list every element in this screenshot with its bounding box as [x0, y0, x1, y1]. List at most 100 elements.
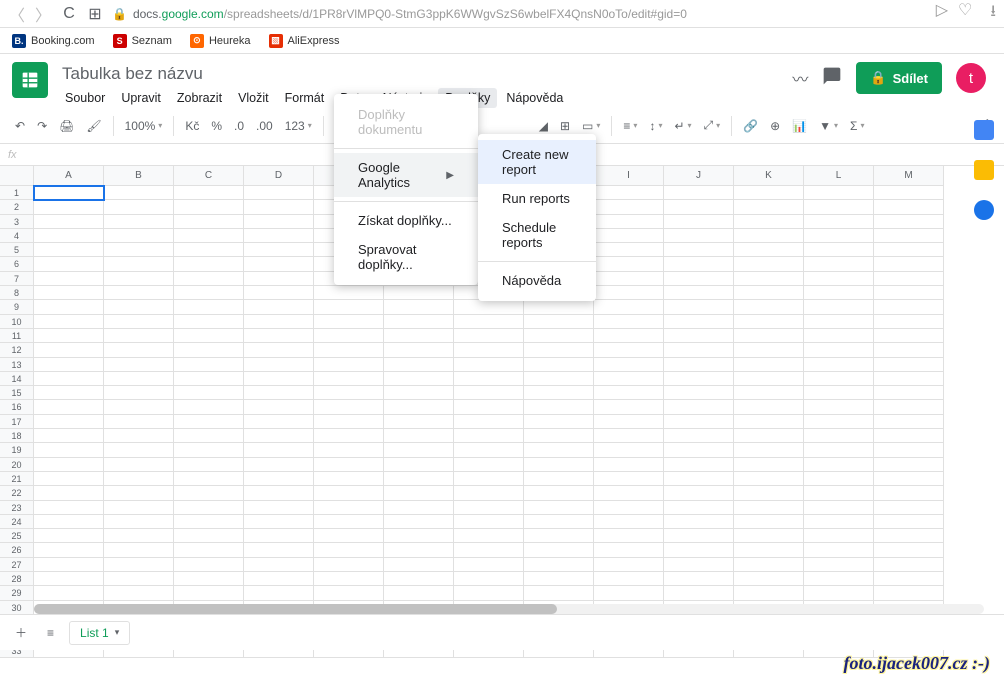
column-header[interactable]: B [104, 166, 174, 186]
cell[interactable] [734, 443, 804, 457]
cell[interactable] [244, 300, 314, 314]
cell[interactable] [734, 400, 804, 414]
currency-button[interactable]: Kč [180, 115, 204, 137]
cell[interactable] [454, 572, 524, 586]
cell[interactable] [524, 386, 594, 400]
cell[interactable] [664, 386, 734, 400]
row-header[interactable]: 13 [0, 358, 34, 372]
cell[interactable] [454, 415, 524, 429]
cell[interactable] [34, 586, 104, 600]
cell[interactable] [594, 429, 664, 443]
cell[interactable] [664, 429, 734, 443]
cell[interactable] [174, 386, 244, 400]
cell[interactable] [594, 358, 664, 372]
functions-button[interactable]: Σ [845, 115, 869, 137]
cell[interactable] [804, 558, 874, 572]
cell[interactable] [664, 272, 734, 286]
cell[interactable] [734, 372, 804, 386]
cell[interactable] [314, 486, 384, 500]
cell[interactable] [34, 400, 104, 414]
cell[interactable] [314, 501, 384, 515]
cell[interactable] [734, 315, 804, 329]
filter-button[interactable]: ▼ [814, 115, 843, 137]
cell[interactable] [384, 458, 454, 472]
cell[interactable] [664, 200, 734, 214]
keep-icon[interactable] [974, 160, 994, 180]
cell[interactable] [174, 558, 244, 572]
cell[interactable] [34, 501, 104, 515]
cell[interactable] [384, 315, 454, 329]
cell[interactable] [384, 358, 454, 372]
cell[interactable] [804, 272, 874, 286]
cell[interactable] [734, 286, 804, 300]
cell[interactable] [314, 372, 384, 386]
cell[interactable] [874, 372, 944, 386]
cell[interactable] [664, 215, 734, 229]
cell[interactable] [314, 300, 384, 314]
cell[interactable] [804, 215, 874, 229]
cell[interactable] [174, 286, 244, 300]
cell[interactable] [174, 415, 244, 429]
cell[interactable] [524, 458, 594, 472]
row-header[interactable]: 16 [0, 400, 34, 414]
cell[interactable] [174, 443, 244, 457]
column-header[interactable]: M [874, 166, 944, 186]
cell[interactable] [104, 229, 174, 243]
cell[interactable] [664, 315, 734, 329]
cell[interactable] [104, 215, 174, 229]
cell[interactable] [34, 543, 104, 557]
cell[interactable] [594, 415, 664, 429]
cell[interactable] [104, 586, 174, 600]
cell[interactable] [664, 472, 734, 486]
cell[interactable] [734, 543, 804, 557]
cell[interactable] [874, 200, 944, 214]
cell[interactable] [804, 257, 874, 271]
cell[interactable] [314, 543, 384, 557]
cell[interactable] [34, 215, 104, 229]
cell[interactable] [454, 343, 524, 357]
menu-item[interactable]: Run reports [478, 184, 596, 213]
cell[interactable] [454, 586, 524, 600]
column-header[interactable]: D [244, 166, 314, 186]
row-header[interactable]: 1 [0, 186, 34, 200]
share-button[interactable]: 🔒 Sdílet [856, 62, 942, 94]
cell[interactable] [244, 257, 314, 271]
menu-item[interactable]: Schedule reports [478, 213, 596, 257]
cell[interactable] [804, 458, 874, 472]
row-header[interactable]: 3 [0, 215, 34, 229]
cell[interactable] [664, 415, 734, 429]
cell[interactable] [734, 586, 804, 600]
cell[interactable] [174, 257, 244, 271]
cell[interactable] [454, 543, 524, 557]
cell[interactable] [104, 543, 174, 557]
cell[interactable] [874, 386, 944, 400]
undo-button[interactable]: ↶ [10, 115, 30, 137]
cell[interactable] [804, 501, 874, 515]
cell[interactable] [874, 486, 944, 500]
cell[interactable] [244, 472, 314, 486]
cell[interactable] [804, 400, 874, 414]
cell[interactable] [524, 329, 594, 343]
column-header[interactable]: J [664, 166, 734, 186]
cell[interactable] [244, 415, 314, 429]
cell[interactable] [244, 186, 314, 200]
trend-icon[interactable]: 〰 [792, 66, 808, 90]
cell[interactable] [874, 400, 944, 414]
cell[interactable] [594, 215, 664, 229]
cell[interactable] [384, 572, 454, 586]
row-header[interactable]: 5 [0, 243, 34, 257]
cell[interactable] [734, 257, 804, 271]
cell[interactable] [174, 215, 244, 229]
cell[interactable] [874, 558, 944, 572]
cell[interactable] [734, 343, 804, 357]
cell[interactable] [34, 286, 104, 300]
cell[interactable] [804, 300, 874, 314]
cell[interactable] [314, 343, 384, 357]
cell[interactable] [594, 558, 664, 572]
cell[interactable] [664, 486, 734, 500]
cell[interactable] [244, 458, 314, 472]
cell[interactable] [104, 243, 174, 257]
forward-button[interactable]: 〉 [34, 5, 52, 23]
cell[interactable] [874, 229, 944, 243]
cell[interactable] [804, 329, 874, 343]
